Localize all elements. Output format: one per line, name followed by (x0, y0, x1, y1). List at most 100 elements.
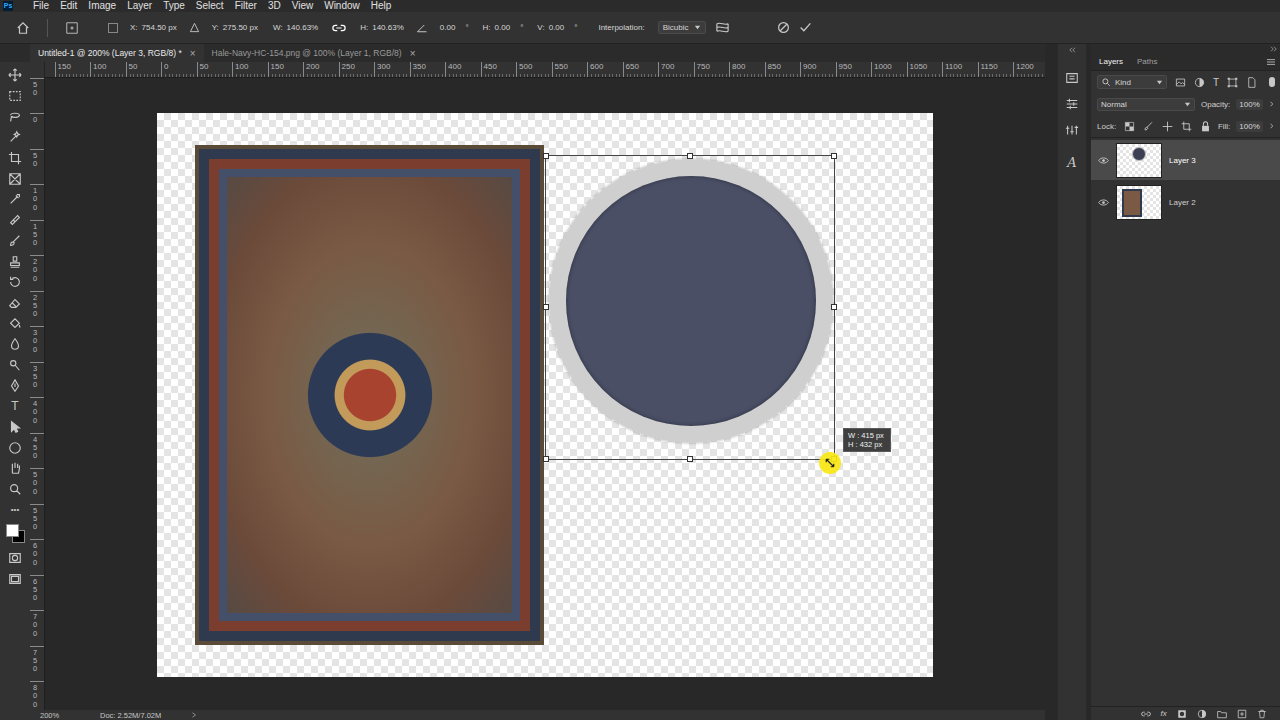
lock-position-icon[interactable] (1162, 121, 1173, 132)
angle-field[interactable]: 0.00 (437, 23, 459, 32)
transform-handle[interactable] (543, 456, 549, 462)
filter-shape-icon[interactable] (1227, 77, 1238, 88)
status-menu-arrow-icon[interactable] (191, 712, 197, 718)
character-panel-icon[interactable]: A (1067, 155, 1076, 170)
tool-button[interactable] (0, 548, 30, 569)
menu-item[interactable]: Layer (127, 0, 152, 12)
tool-button[interactable] (0, 148, 30, 169)
commit-transform-icon[interactable] (799, 21, 812, 34)
tool-button[interactable] (0, 293, 30, 314)
panel-menu-icon[interactable] (1266, 58, 1276, 66)
document[interactable]: W : 415 px H : 432 px (157, 113, 933, 677)
vertical-skew-field[interactable]: V:0.00 (534, 23, 567, 32)
menu-item[interactable]: Window (324, 0, 360, 12)
tool-button[interactable] (0, 417, 30, 438)
tool-button[interactable] (0, 355, 30, 376)
menu-item[interactable]: Help (371, 0, 392, 12)
menu-item[interactable]: File (33, 0, 49, 12)
history-panel-icon[interactable] (1065, 71, 1079, 85)
document-tab[interactable]: Untitled-1 @ 200% (Layer 3, RGB/8) * × (30, 44, 204, 62)
tool-button[interactable] (0, 313, 30, 334)
document-tab[interactable]: Hale-Navy-HC-154.png @ 100% (Layer 1, RG… (204, 44, 424, 62)
transform-box[interactable] (545, 155, 835, 460)
transform-handle[interactable] (831, 304, 837, 310)
collapse-dock-icon[interactable] (1270, 46, 1278, 52)
lock-transparency-icon[interactable] (1124, 121, 1135, 132)
fill-field[interactable]: 100% (1236, 121, 1262, 132)
layer-row[interactable]: Layer 3 (1091, 140, 1280, 180)
tool-button[interactable] (0, 231, 30, 252)
filter-smart-object-icon[interactable] (1246, 77, 1257, 88)
properties-panel-icon[interactable] (1065, 97, 1079, 111)
height-field[interactable]: H:140.63% (357, 23, 407, 32)
transform-handle[interactable] (687, 456, 693, 462)
menu-item[interactable]: 3D (268, 0, 281, 12)
panel-tab[interactable]: Layers (1099, 57, 1123, 66)
layer-style-button[interactable]: fx (1161, 709, 1167, 718)
menu-item[interactable]: Type (163, 0, 185, 12)
menu-item[interactable]: Edit (60, 0, 77, 12)
menu-item[interactable]: Filter (235, 0, 257, 12)
visibility-toggle[interactable] (1097, 154, 1109, 166)
mask-icon[interactable] (1177, 709, 1187, 719)
type-tool-icon[interactable]: T (0, 396, 30, 417)
layer-name[interactable]: Layer 3 (1169, 156, 1196, 165)
interpolation-dropdown[interactable]: Bicubic (658, 21, 707, 34)
new-layer-icon[interactable] (1237, 709, 1247, 719)
layer-name[interactable]: Layer 2 (1169, 198, 1196, 207)
visibility-toggle[interactable] (1097, 196, 1109, 208)
tab-close-button[interactable]: × (410, 48, 416, 59)
menu-item[interactable]: Image (88, 0, 116, 12)
rug-image[interactable] (195, 145, 544, 645)
foreground-color-swatch[interactable] (6, 524, 19, 537)
cancel-transform-icon[interactable] (777, 21, 790, 34)
menu-item[interactable]: Select (196, 0, 224, 12)
tool-button[interactable] (0, 334, 30, 355)
tool-button[interactable] (0, 375, 30, 396)
reference-point-icon[interactable] (65, 21, 79, 35)
tool-button[interactable] (0, 189, 30, 210)
document-size[interactable]: Doc: 2.52M/7.02M (100, 711, 161, 720)
trash-icon[interactable] (1257, 709, 1267, 719)
tool-button[interactable] (0, 479, 30, 500)
adjustment-layer-icon[interactable] (1197, 709, 1207, 719)
y-field[interactable]: Y:275.50 px (209, 23, 261, 32)
tool-button[interactable] (0, 86, 30, 107)
transform-handle[interactable] (543, 153, 549, 159)
tool-button[interactable] (0, 437, 30, 458)
tool-button[interactable] (0, 569, 30, 590)
tool-button[interactable] (0, 127, 30, 148)
tool-button[interactable] (0, 65, 30, 86)
lock-artboard-icon[interactable] (1181, 121, 1192, 132)
lock-all-icon[interactable] (1200, 121, 1211, 132)
panel-tab[interactable]: Paths (1137, 57, 1157, 66)
tool-button[interactable] (0, 210, 30, 231)
transform-handle[interactable] (831, 153, 837, 159)
photoshop-logo-icon[interactable]: Ps (3, 1, 13, 11)
horizontal-skew-field[interactable]: H:0.00 (480, 23, 514, 32)
link-layers-icon[interactable] (1141, 709, 1151, 719)
tool-button[interactable] (0, 168, 30, 189)
fill-arrow-icon[interactable] (1269, 123, 1275, 129)
collapse-panels-icon[interactable] (1068, 47, 1076, 53)
x-field[interactable]: X:754.50 px (127, 23, 180, 32)
relative-position-icon[interactable] (189, 22, 200, 33)
lock-pixels-icon[interactable] (1143, 121, 1154, 132)
filter-adjustment-icon[interactable] (1194, 77, 1205, 88)
adjustments-panel-icon[interactable] (1065, 123, 1079, 137)
opacity-field[interactable]: 100% (1236, 99, 1262, 110)
expand-toolbar-icon[interactable] (0, 44, 30, 56)
tool-button[interactable] (0, 251, 30, 272)
layer-row[interactable]: Layer 2 (1091, 182, 1280, 222)
menu-item[interactable]: View (292, 0, 314, 12)
transform-handle[interactable] (687, 153, 693, 159)
reference-point-checkbox[interactable] (108, 23, 118, 33)
home-icon[interactable] (16, 21, 30, 35)
link-icon[interactable] (332, 21, 346, 35)
tab-close-button[interactable]: × (190, 48, 196, 59)
color-swatches[interactable] (4, 522, 26, 546)
filter-toggle[interactable] (1269, 77, 1275, 87)
more-tools-icon[interactable]: ••• (0, 499, 30, 520)
zoom-level[interactable]: 200% (40, 711, 70, 720)
width-field[interactable]: W:140.63% (270, 23, 321, 32)
